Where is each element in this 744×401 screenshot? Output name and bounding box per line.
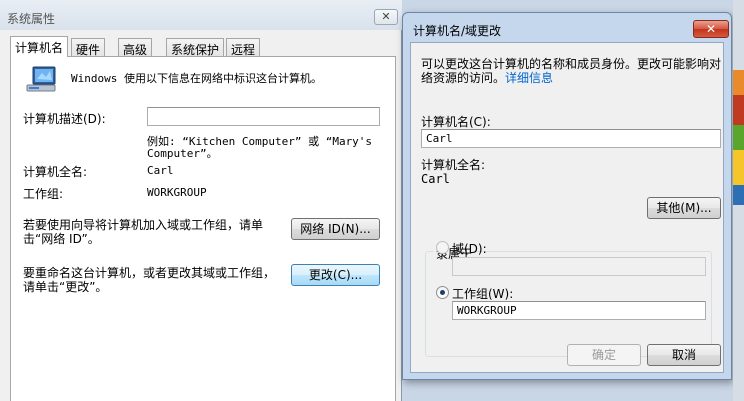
intro-text: Windows 使用以下信息在网络中标识这台计算机。 (71, 72, 322, 85)
system-properties-close-button[interactable]: ✕ (374, 9, 398, 25)
details-link[interactable]: 详细信息 (505, 71, 553, 85)
workgroup-input[interactable] (452, 301, 706, 320)
dialog-intro-line2: 络资源的访问。详细信息 (421, 69, 553, 86)
dialog-intro-line2-text: 络资源的访问。 (421, 71, 506, 85)
full-computer-name-value: Carl (147, 164, 174, 177)
network-id-button[interactable]: 网络 ID(N)... (291, 218, 380, 240)
tab-advanced[interactable]: 高级 (118, 38, 153, 57)
more-button[interactable]: 其他(M)... (647, 197, 721, 219)
system-properties-titlebar[interactable]: 系统属性 ✕ (0, 0, 402, 30)
rename-instructions-line2: 请单击“更改”。 (23, 280, 108, 294)
dialog-body: 可以更改这台计算机的名称和成员身份。更改可能影响对 络资源的访问。详细信息 计算… (410, 42, 724, 373)
workgroup-label: 工作组: (23, 187, 64, 201)
workgroup-radio[interactable] (436, 286, 449, 299)
domain-radio[interactable] (436, 241, 449, 254)
desktop-wallpaper (733, 0, 744, 401)
computer-name-change-dialog: 计算机名/域更改 ✕ 可以更改这台计算机的名称和成员身份。更改可能影响对 络资源… (402, 12, 732, 380)
cancel-button[interactable]: 取消 (647, 344, 721, 366)
full-computer-name-label: 计算机全名: (23, 165, 88, 179)
change-button[interactable]: 更改(C)... (291, 264, 380, 286)
tab-hardware[interactable]: 硬件 (71, 38, 106, 57)
radio-selected-dot (440, 290, 445, 295)
tab-system-protection[interactable]: 系统保护 (166, 38, 225, 57)
close-icon: ✕ (705, 22, 717, 36)
network-id-instructions-line2: 击“网络 ID”。 (23, 232, 100, 246)
computer-name-tab-panel: Windows 使用以下信息在网络中标识这台计算机。 计算机描述(D): 例如:… (10, 56, 396, 401)
description-example-line2: Computer”。 (147, 147, 218, 160)
close-icon: ✕ (381, 10, 391, 23)
system-properties-window: 系统属性 ✕ 计算机名 硬件 高级 系统保护 远程 Windows 使用以下信息… (0, 0, 402, 401)
tab-computer-name[interactable]: 计算机名 (10, 36, 69, 57)
computer-description-label: 计算机描述(D): (23, 112, 106, 126)
tab-remote[interactable]: 远程 (226, 38, 261, 57)
dialog-full-name-value: Carl (421, 172, 450, 186)
domain-radio-label[interactable]: 域(D): (452, 240, 487, 257)
ok-button[interactable]: 确定 (567, 344, 641, 366)
computer-name-label: 计算机名(C): (421, 115, 491, 129)
computer-icon (26, 66, 56, 92)
dialog-close-button[interactable]: ✕ (693, 20, 729, 38)
computer-description-input[interactable] (147, 107, 380, 126)
workgroup-value: WORKGROUP (147, 186, 207, 199)
computer-name-input[interactable] (421, 129, 721, 148)
domain-input[interactable] (452, 257, 706, 276)
system-properties-title: 系统属性 (7, 12, 56, 26)
workgroup-radio-label[interactable]: 工作组(W): (452, 285, 513, 302)
dialog-full-name-label: 计算机全名: (421, 158, 486, 172)
dialog-title: 计算机名/域更改 (413, 24, 502, 38)
